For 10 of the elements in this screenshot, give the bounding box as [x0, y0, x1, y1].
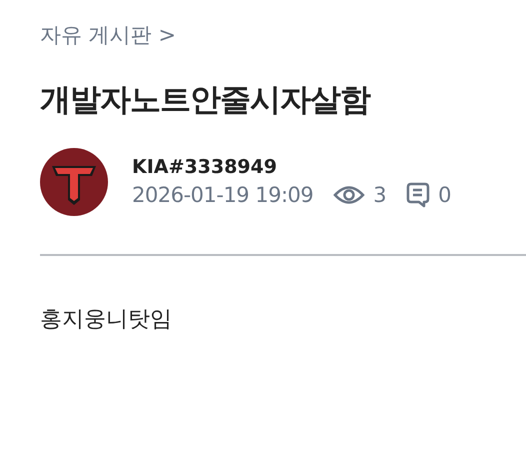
avatar-icon — [40, 148, 108, 216]
post-body: 홍지웅니탓임 — [40, 306, 173, 334]
view-count: 3 — [373, 183, 386, 207]
post-title: 개발자노트안줄시자살함 — [40, 81, 372, 120]
eye-icon — [333, 184, 366, 206]
comment-icon — [406, 182, 430, 208]
comment-count: 0 — [438, 183, 451, 207]
author-name: KIA#3338949 — [132, 156, 278, 178]
post-date: 2026-01-19 19:09 — [132, 183, 314, 207]
breadcrumb-link[interactable]: 자유 게시판 > — [40, 18, 176, 52]
